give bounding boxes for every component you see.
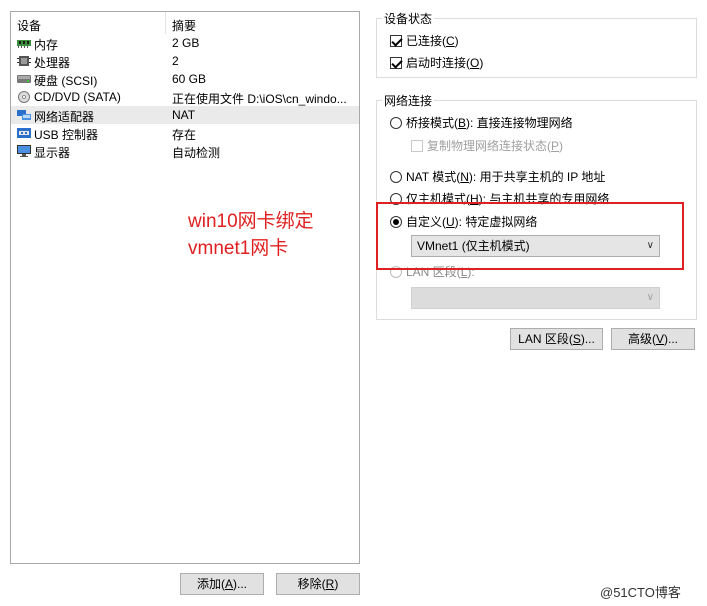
- hard-disk-icon: [17, 75, 31, 83]
- device-list-header: 设备 摘要: [11, 12, 359, 34]
- add-button-label-post: )...: [233, 577, 247, 591]
- bridged-radio[interactable]: 桥接模式(B): 直接连接物理网络: [390, 114, 573, 131]
- advanced-label-post: )...: [664, 332, 678, 346]
- annotation-highlight-box: [376, 202, 684, 270]
- remove-button-label-pre: 移除(: [297, 577, 326, 591]
- device-summary: 2: [172, 54, 179, 68]
- add-button[interactable]: 添加(A)...: [180, 573, 264, 595]
- device-name: 硬盘 (SCSI): [34, 74, 98, 88]
- lan-segments-button[interactable]: LAN 区段(S)...: [510, 328, 603, 350]
- lan-segments-label-pre: LAN 区段(: [518, 332, 573, 346]
- device-row-cd-dvd[interactable]: CD/DVD (SATA) 正在使用文件 D:\iOS\cn_windo...: [11, 88, 359, 106]
- nat-label-pre: NAT 模式(: [406, 170, 461, 184]
- summary-column-header[interactable]: 摘要: [172, 17, 196, 34]
- radio-circle[interactable]: [390, 170, 402, 183]
- replicate-label-post: ): [559, 138, 564, 153]
- watermark: @51CTO博客: [600, 585, 681, 600]
- device-name: 处理器: [34, 56, 71, 70]
- device-summary: NAT: [172, 108, 196, 122]
- device-row-processor[interactable]: 处理器 2: [11, 52, 359, 70]
- connected-label-post: ): [454, 33, 459, 48]
- connect-at-power-on-checkbox[interactable]: 启动时连接(O): [390, 54, 483, 71]
- replicate-label-pre: 复制物理网络连接状态(: [427, 139, 551, 153]
- annotation-line-2: vmnet1网卡: [188, 238, 289, 259]
- device-summary: 存在: [172, 128, 197, 142]
- device-row-hard-disk[interactable]: 硬盘 (SCSI) 60 GB: [11, 70, 359, 88]
- network-connection-title: 网络连接: [382, 92, 435, 109]
- usb-controller-icon: [17, 128, 31, 138]
- connect-at-power-on-label-pre: 启动时连接(: [406, 56, 470, 70]
- device-summary: 正在使用文件 D:\iOS\cn_windo...: [172, 92, 347, 106]
- device-column-header[interactable]: 设备: [17, 17, 41, 34]
- replicate-physical-state-checkbox[interactable]: 复制物理网络连接状态(P): [411, 137, 563, 154]
- nat-radio[interactable]: NAT 模式(N): 用于共享主机的 IP 地址: [390, 168, 605, 185]
- advanced-button[interactable]: 高级(V)...: [611, 328, 695, 350]
- lan-segment-select[interactable]: ∨: [411, 287, 660, 309]
- device-name: 显示器: [34, 146, 71, 160]
- connected-label-pre: 已连接(: [406, 34, 446, 48]
- checkbox-box[interactable]: [411, 139, 423, 152]
- lan-segments-label-post: )...: [580, 332, 595, 346]
- checkbox-box[interactable]: [390, 34, 402, 47]
- nat-hotkey: N: [460, 169, 469, 184]
- device-row-network-adapter[interactable]: 网络适配器 NAT: [11, 106, 359, 124]
- device-row-memory[interactable]: 内存 2 GB: [11, 34, 359, 52]
- connected-checkbox[interactable]: 已连接(C): [390, 32, 459, 49]
- device-name: CD/DVD (SATA): [34, 90, 121, 104]
- device-summary: 2 GB: [172, 36, 200, 50]
- add-button-label-pre: 添加(: [196, 577, 225, 591]
- device-list: 设备 摘要 内存 2 GB 处理器 2 硬盘 (SCSI) 60 GB CD/D…: [10, 11, 360, 564]
- device-name: 网络适配器: [34, 110, 95, 124]
- device-summary: 自动检测: [172, 146, 221, 160]
- connect-at-power-on-label-post: ): [479, 55, 484, 70]
- memory-icon: [17, 40, 31, 48]
- connect-at-power-on-hotkey: O: [470, 55, 480, 70]
- cd-dvd-icon: [18, 91, 30, 103]
- remove-button[interactable]: 移除(R): [276, 573, 360, 595]
- column-separator: [165, 12, 166, 34]
- device-name: 内存: [34, 38, 59, 52]
- lan-segments-hotkey: S: [572, 332, 581, 346]
- bridged-label-post: ): 直接连接物理网络: [466, 116, 573, 130]
- chevron-down-icon: ∨: [646, 292, 654, 303]
- add-button-hotkey: A: [224, 577, 233, 591]
- device-row-usb-controller[interactable]: USB 控制器 存在: [11, 124, 359, 142]
- annotation-line-1: win10网卡绑定: [188, 211, 314, 232]
- advanced-hotkey: V: [655, 332, 664, 346]
- network-adapter-icon: [17, 110, 31, 120]
- bridged-label-pre: 桥接模式(: [406, 116, 458, 130]
- display-icon: [17, 145, 31, 157]
- nat-label-post: ): 用于共享主机的 IP 地址: [468, 170, 606, 184]
- device-row-display[interactable]: 显示器 自动检测: [11, 142, 359, 160]
- advanced-label-pre: 高级(: [627, 332, 656, 346]
- remove-button-label-post: ): [334, 577, 339, 591]
- device-summary: 60 GB: [172, 72, 207, 86]
- annotation-text: win10网卡绑定 vmnet1网卡: [188, 208, 314, 262]
- connected-hotkey: C: [446, 33, 455, 48]
- checkbox-box[interactable]: [390, 56, 402, 69]
- replicate-hotkey: P: [551, 138, 560, 153]
- radio-circle[interactable]: [390, 116, 402, 129]
- bridged-hotkey: B: [458, 115, 467, 130]
- processor-icon: [17, 56, 31, 66]
- device-status-title: 设备状态: [382, 10, 435, 27]
- device-name: USB 控制器: [34, 128, 99, 142]
